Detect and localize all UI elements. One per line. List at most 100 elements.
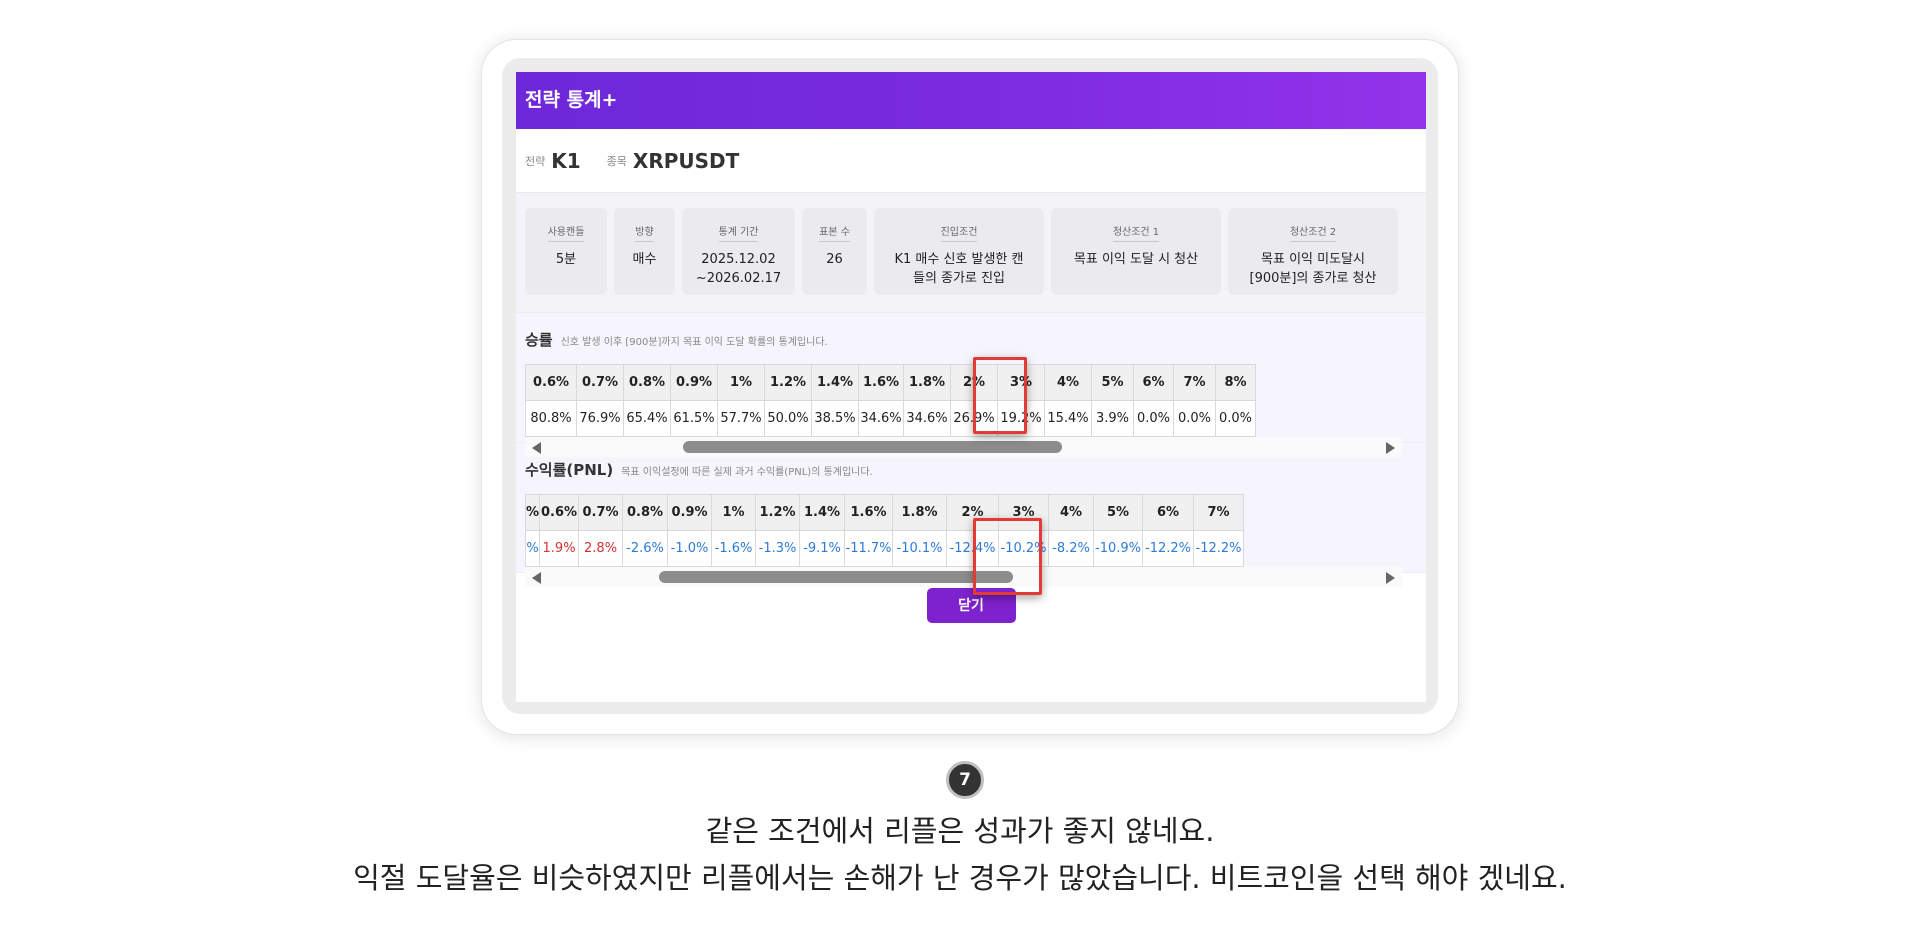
winrate-header-cell: 8% (1215, 364, 1256, 401)
winrate-value-cell: 34.6% (903, 400, 951, 437)
pnl-header-cell: 0.7% (578, 494, 624, 531)
pnl-header-cell: 2% (946, 494, 1000, 531)
winrate-header-cell: 0.6% (525, 364, 577, 401)
winrate-header-cell: 1.2% (764, 364, 812, 401)
pnl-value-cell: -2.6% (622, 530, 669, 567)
pnl-table: % 0.6% 0.7% 0.8% 0.9% 1% 1.2% 1.4% 1.6% 1.8% 2% 3% 4… (525, 494, 1245, 567)
pnl-header-cell: 1.4% (799, 494, 846, 531)
pnl-value-cell: -12.2% (1193, 530, 1245, 567)
winrate-header-cell: 5% (1091, 364, 1134, 401)
pnl-value-cell: -10.1% (892, 530, 948, 567)
symbol-label: 종목 (606, 154, 627, 168)
winrate-header-cell: 2% (950, 364, 998, 401)
condition-card: 표본 수 26 (802, 208, 867, 295)
winrate-value-cell: 61.5% (670, 400, 718, 437)
strategy-stats-modal: 전략 통계+ 전략 K1 종목 XRPUSDT 사용캔들 5분 방향 매수 통계 기간 2… (516, 72, 1426, 702)
pnl-value-cell: -8.2% (1048, 530, 1095, 567)
winrate-value-cell: 38.5% (811, 400, 859, 437)
winrate-value-cell: 3.9% (1091, 400, 1134, 437)
winrate-header-cell: 7% (1173, 364, 1216, 401)
pnl-header-cell: % (525, 494, 541, 531)
caption-line-1: 같은 조건에서 리플은 성과가 좋지 않네요. (705, 814, 1215, 848)
winrate-header-cell: 0.7% (576, 364, 624, 401)
card-value: 매수 (632, 252, 657, 267)
card-label: 진입조건 (940, 223, 978, 242)
pnl-header-cell: 1.6% (844, 494, 894, 531)
card-value: [900분]의 종가로 청산 (1249, 271, 1377, 286)
winrate-value-cell: 19.2% (997, 400, 1045, 437)
pnl-value-cell: -10.9% (1093, 530, 1144, 567)
winrate-header-cell: 0.8% (623, 364, 671, 401)
pnl-scroll-thumb[interactable] (659, 571, 1013, 583)
caption-line-2: 익절 도달율은 비슷하였지만 리플에서는 손해가 난 경우가 많았습니다. 비트… (353, 861, 1567, 895)
pnl-value-cell: -11.7% (844, 530, 894, 567)
pnl-header-cell: 1% (711, 494, 757, 531)
winrate-value-cell: 34.6% (858, 400, 904, 437)
card-value: K1 매수 신호 발생한 캔 (894, 252, 1024, 267)
winrate-value-cell: 0.0% (1173, 400, 1216, 437)
condition-card: 청산조건 1 목표 이익 도달 시 청산 (1051, 208, 1221, 295)
winrate-header-cell: 1.4% (811, 364, 859, 401)
card-value: 26 (826, 252, 843, 267)
scroll-left-icon[interactable] (532, 442, 541, 454)
winrate-scroll-thumb[interactable] (683, 441, 1062, 453)
winrate-header-cell: 3% (997, 364, 1045, 401)
pnl-value-cell: 2.8% (578, 530, 624, 567)
pnl-table-wrap[interactable]: % 0.6% 0.7% 0.8% 0.9% 1% 1.2% 1.4% 1.6% 1.8% 2% 3% 4… (525, 494, 1402, 587)
winrate-table: 0.6% 0.7% 0.8% 0.9% 1% 1.2% 1.4% 1.6% 1.8% 2% 3% 4%… (525, 364, 1256, 437)
pnl-value-cell: -12.2% (1142, 530, 1195, 567)
winrate-value-cell: 76.9% (576, 400, 624, 437)
winrate-table-wrap[interactable]: 0.6% 0.7% 0.8% 0.9% 1% 1.2% 1.4% 1.6% 1.8% 2% 3% 4%… (525, 364, 1402, 457)
winrate-header-cell: 0.9% (670, 364, 718, 401)
condition-card: 청산조건 2 목표 이익 미도달시 [900분]의 종가로 청산 (1228, 208, 1398, 295)
pnl-header-cell: 1.8% (892, 494, 948, 531)
condition-cards: 사용캔들 5분 방향 매수 통계 기간 2025.12.02 ~2026.02.17 표본 수… (516, 193, 1426, 313)
condition-card: 사용캔들 5분 (525, 208, 607, 295)
scroll-right-icon[interactable] (1386, 572, 1395, 584)
winrate-subtitle: 신호 발생 이후 [900분]까지 목표 이익 도달 확률의 통계입니다. (560, 337, 828, 348)
pnl-section: 수익률(PNL) 목표 이익설정에 따른 실제 과거 수익률(PNL)의 통계입… (516, 443, 1426, 587)
winrate-section: 승률 신호 발생 이후 [900분]까지 목표 이익 도달 확률의 통계입니다.… (516, 313, 1426, 457)
winrate-value-cell: 80.8% (525, 400, 577, 437)
scroll-left-icon[interactable] (532, 572, 541, 584)
winrate-value-cell: 57.7% (717, 400, 765, 437)
winrate-heading: 승률 신호 발생 이후 [900분]까지 목표 이익 도달 확률의 통계입니다. (525, 329, 1417, 349)
pnl-header-cell: 6% (1142, 494, 1195, 531)
winrate-value-cell: 0.0% (1133, 400, 1174, 437)
close-button[interactable]: 닫기 (926, 587, 1016, 623)
card-value: 5분 (555, 252, 577, 267)
strategy-value: K1 (551, 148, 581, 173)
pnl-header-cell: 1.2% (755, 494, 801, 531)
card-label: 사용캔들 (547, 223, 585, 242)
winrate-header-cell: 6% (1133, 364, 1174, 401)
winrate-value-cell: 26.9% (950, 400, 998, 437)
pnl-title: 수익률(PNL) (525, 461, 614, 479)
condition-card: 진입조건 K1 매수 신호 발생한 캔들의 종가로 진입 (874, 208, 1044, 295)
condition-card: 방향 매수 (614, 208, 675, 295)
pnl-value-cell: -12.4% (946, 530, 1000, 567)
winrate-header-cell: 1.6% (858, 364, 904, 401)
screen: 전략 통계+ 전략 K1 종목 XRPUSDT 사용캔들 5분 방향 매수 통계 기간 2… (502, 58, 1438, 714)
card-label: 청산조건 2 (1289, 223, 1337, 242)
winrate-value-cell: 50.0% (764, 400, 812, 437)
pnl-header-cell: 0.9% (667, 494, 713, 531)
symbol-value: XRPUSDT (632, 148, 740, 173)
pnl-value-cell: 1.9% (539, 530, 580, 567)
winrate-value-cell: 0.0% (1215, 400, 1256, 437)
scroll-right-icon[interactable] (1386, 442, 1395, 454)
winrate-value-cell: 15.4% (1044, 400, 1092, 437)
card-value: 2025.12.02 (701, 252, 776, 267)
pnl-header-cell: 5% (1093, 494, 1144, 531)
winrate-header-cell: 1.8% (903, 364, 951, 401)
winrate-scrollbar[interactable] (525, 437, 1402, 457)
pnl-heading: 수익률(PNL) 목표 이익설정에 따른 실제 과거 수익률(PNL)의 통계입… (525, 459, 1417, 479)
winrate-title: 승률 (525, 331, 553, 349)
pnl-subtitle: 목표 이익설정에 따른 실제 과거 수익률(PNL)의 통계입니다. (621, 467, 873, 478)
card-label: 표본 수 (819, 223, 850, 242)
pnl-value-cell: -1.6% (711, 530, 757, 567)
winrate-value-cell: 65.4% (623, 400, 671, 437)
strategy-info-row: 전략 K1 종목 XRPUSDT (516, 129, 1426, 193)
pnl-scrollbar[interactable] (525, 567, 1402, 587)
pnl-value-cell: % (525, 530, 541, 567)
card-value: 들의 종가로 진입 (913, 271, 1005, 286)
